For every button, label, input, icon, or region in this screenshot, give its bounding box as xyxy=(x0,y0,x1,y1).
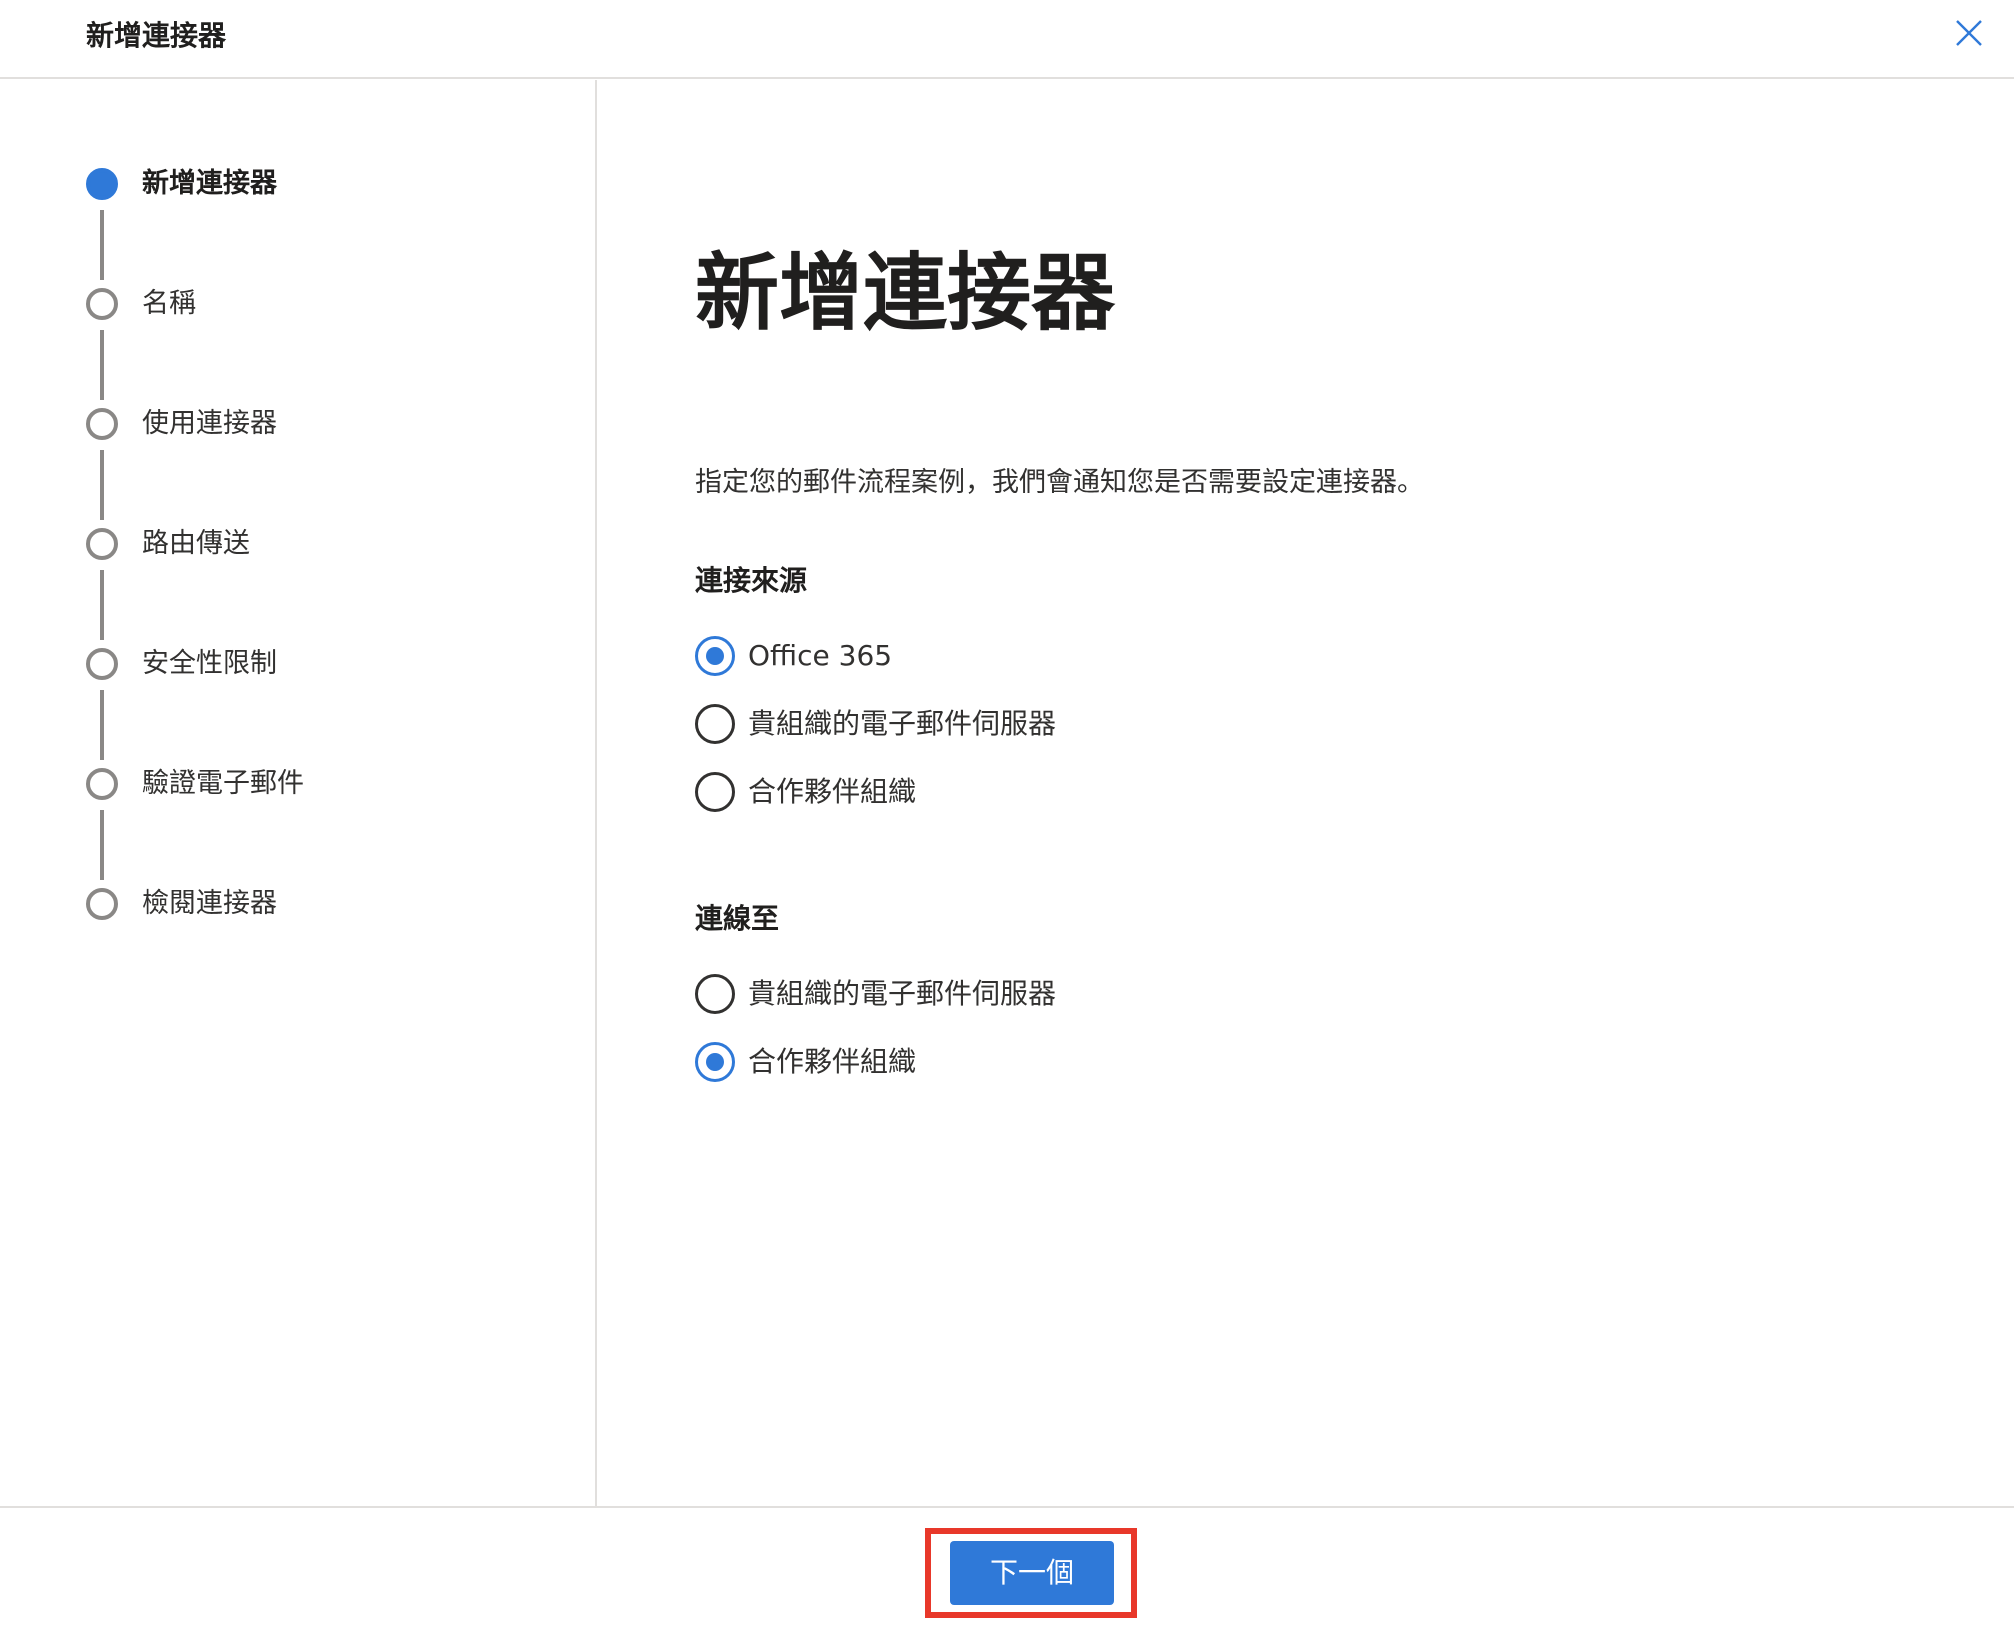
radio-label: 合作夥伴組織 xyxy=(748,775,917,808)
step-add-connector[interactable]: 新增連接器 xyxy=(0,166,597,206)
panel-title: 新增連接器 xyxy=(86,19,227,52)
step-name[interactable]: 名稱 xyxy=(0,286,597,326)
step-pending-indicator-icon xyxy=(86,888,118,920)
step-pending-indicator-icon xyxy=(86,288,118,320)
page-description: 指定您的郵件流程案例，我們會通知您是否需要設定連接器。 xyxy=(695,467,1424,498)
radio-to-org-email-server[interactable]: 貴組織的電子郵件伺服器 xyxy=(695,972,1295,1016)
step-connector-line xyxy=(100,570,104,640)
step-current-indicator-icon xyxy=(86,168,118,200)
next-button[interactable]: 下一個 xyxy=(950,1541,1114,1605)
step-label: 路由傳送 xyxy=(142,528,250,559)
radio-label: 貴組織的電子郵件伺服器 xyxy=(748,977,1057,1010)
radio-unchecked-icon xyxy=(695,704,735,744)
step-label: 新增連接器 xyxy=(142,168,277,199)
step-label: 安全性限制 xyxy=(142,648,277,679)
main-content: 新增連接器 指定您的郵件流程案例，我們會通知您是否需要設定連接器。 連接來源 O… xyxy=(599,80,2014,1506)
radio-checked-icon xyxy=(695,1042,735,1082)
close-button[interactable] xyxy=(1952,16,1986,50)
step-connector-line xyxy=(100,330,104,400)
step-review-connector[interactable]: 檢閱連接器 xyxy=(0,886,597,926)
connection-to-label: 連線至 xyxy=(695,902,780,935)
page-title: 新增連接器 xyxy=(695,244,1116,342)
connection-from-label: 連接來源 xyxy=(695,564,808,597)
step-label: 驗證電子郵件 xyxy=(142,768,304,799)
step-label: 使用連接器 xyxy=(142,408,277,439)
step-pending-indicator-icon xyxy=(86,768,118,800)
step-security-restrictions[interactable]: 安全性限制 xyxy=(0,646,597,686)
step-connector-line xyxy=(100,810,104,880)
step-pending-indicator-icon xyxy=(86,528,118,560)
radio-unchecked-icon xyxy=(695,772,735,812)
step-connector-line xyxy=(100,450,104,520)
step-connector-line xyxy=(100,210,104,280)
close-icon xyxy=(1956,20,1982,46)
step-use-connector[interactable]: 使用連接器 xyxy=(0,406,597,446)
radio-unchecked-icon xyxy=(695,974,735,1014)
radio-checked-icon xyxy=(695,636,735,676)
radio-from-org-email-server[interactable]: 貴組織的電子郵件伺服器 xyxy=(695,702,1295,746)
radio-to-partner-org[interactable]: 合作夥伴組織 xyxy=(695,1040,1295,1084)
step-connector-line xyxy=(100,690,104,760)
step-validate-email[interactable]: 驗證電子郵件 xyxy=(0,766,597,806)
radio-from-office365[interactable]: Office 365 xyxy=(695,634,1295,678)
step-routing[interactable]: 路由傳送 xyxy=(0,526,597,566)
step-label: 名稱 xyxy=(142,288,196,319)
panel-footer: 下一個 xyxy=(0,1506,2014,1632)
radio-label: 合作夥伴組織 xyxy=(748,1045,917,1078)
step-label: 檢閱連接器 xyxy=(142,888,277,919)
add-connector-panel: 新增連接器 新增連接器 名稱 使用連接器 路由傳送 安全性限制 驗證電子郵件 檢… xyxy=(0,0,2014,1632)
step-pending-indicator-icon xyxy=(86,408,118,440)
radio-label: Office 365 xyxy=(748,639,893,672)
panel-header: 新增連接器 xyxy=(0,0,2014,79)
step-pending-indicator-icon xyxy=(86,648,118,680)
radio-from-partner-org[interactable]: 合作夥伴組織 xyxy=(695,770,1295,814)
wizard-steps: 新增連接器 名稱 使用連接器 路由傳送 安全性限制 驗證電子郵件 檢閱連接器 xyxy=(0,80,597,1506)
radio-label: 貴組織的電子郵件伺服器 xyxy=(748,707,1057,740)
